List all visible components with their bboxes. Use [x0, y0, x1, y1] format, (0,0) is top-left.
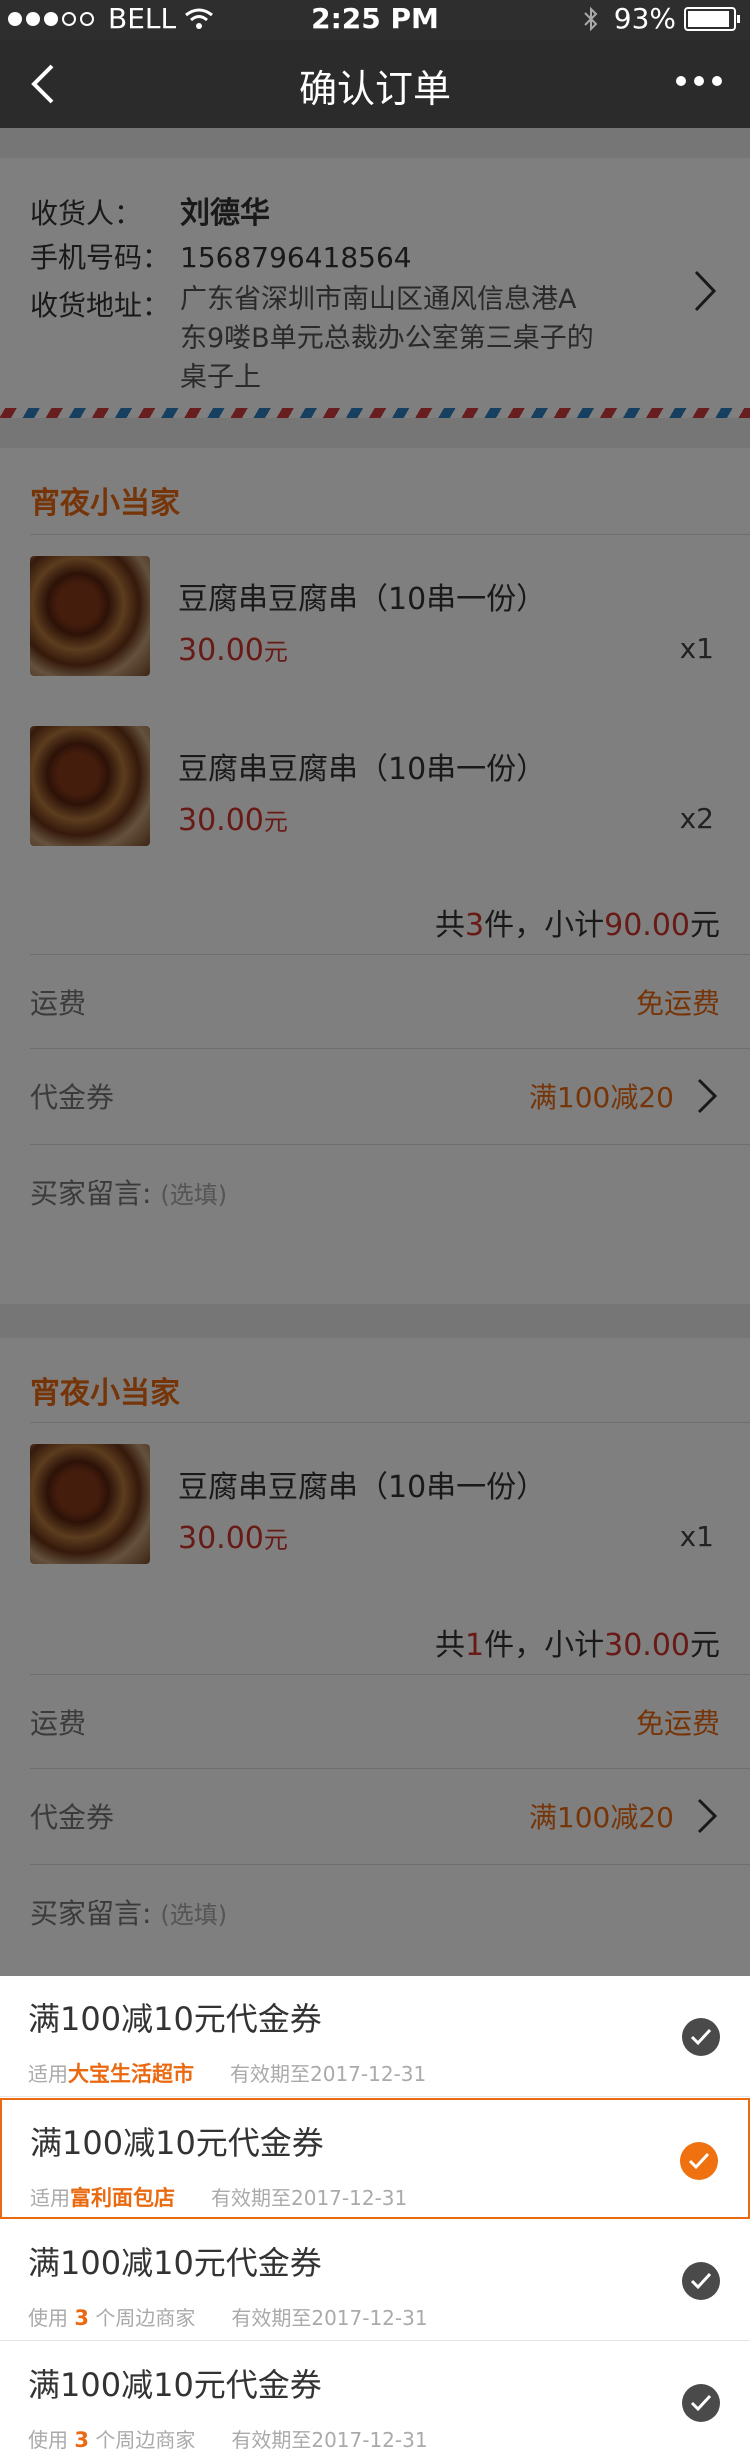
- bluetooth-icon: [584, 6, 598, 31]
- coupon-option[interactable]: 满100减10元代金券 使用 3 个周边商家 有效期至2017-12-31: [0, 2220, 750, 2341]
- battery-percent: 93%: [613, 2, 676, 35]
- check-icon: [682, 2018, 720, 2056]
- coupon-info: 使用 3 个周边商家 有效期至2017-12-31: [28, 2428, 428, 2452]
- check-icon: [682, 2384, 720, 2422]
- coupon-info: 使用 3 个周边商家 有效期至2017-12-31: [28, 2306, 428, 2330]
- coupon-title: 满100减10元代金券: [28, 2366, 322, 2404]
- coupon-option[interactable]: 满100减10元代金券 适用大宝生活超市 有效期至2017-12-31: [0, 1976, 750, 2097]
- coupon-title: 满100减10元代金券: [30, 2124, 324, 2162]
- check-icon: [682, 2262, 720, 2300]
- more-icon[interactable]: [668, 76, 722, 86]
- coupon-option-selected[interactable]: 满100减10元代金券 适用富利面包店 有效期至2017-12-31: [0, 2098, 750, 2219]
- coupon-title: 满100减10元代金券: [28, 2000, 322, 2038]
- coupon-info: 适用大宝生活超市 有效期至2017-12-31: [28, 2062, 427, 2086]
- page-title: 确认订单: [298, 67, 451, 111]
- check-icon: [680, 2142, 718, 2180]
- coupon-title: 满100减10元代金券: [28, 2244, 322, 2282]
- status-bar: BELL 2:25 PM 93%: [0, 0, 750, 40]
- coupon-info: 适用富利面包店 有效期至2017-12-31: [30, 2186, 408, 2210]
- coupon-sheet: 满100减10元代金券 适用大宝生活超市 有效期至2017-12-31 满100减…: [0, 1976, 750, 2463]
- nav-bar: 确认订单: [0, 40, 750, 128]
- battery-icon: [684, 6, 740, 31]
- coupon-option[interactable]: 满100减10元代金券 使用 3 个周边商家 有效期至2017-12-31: [0, 2342, 750, 2463]
- status-right: 93%: [582, 2, 740, 35]
